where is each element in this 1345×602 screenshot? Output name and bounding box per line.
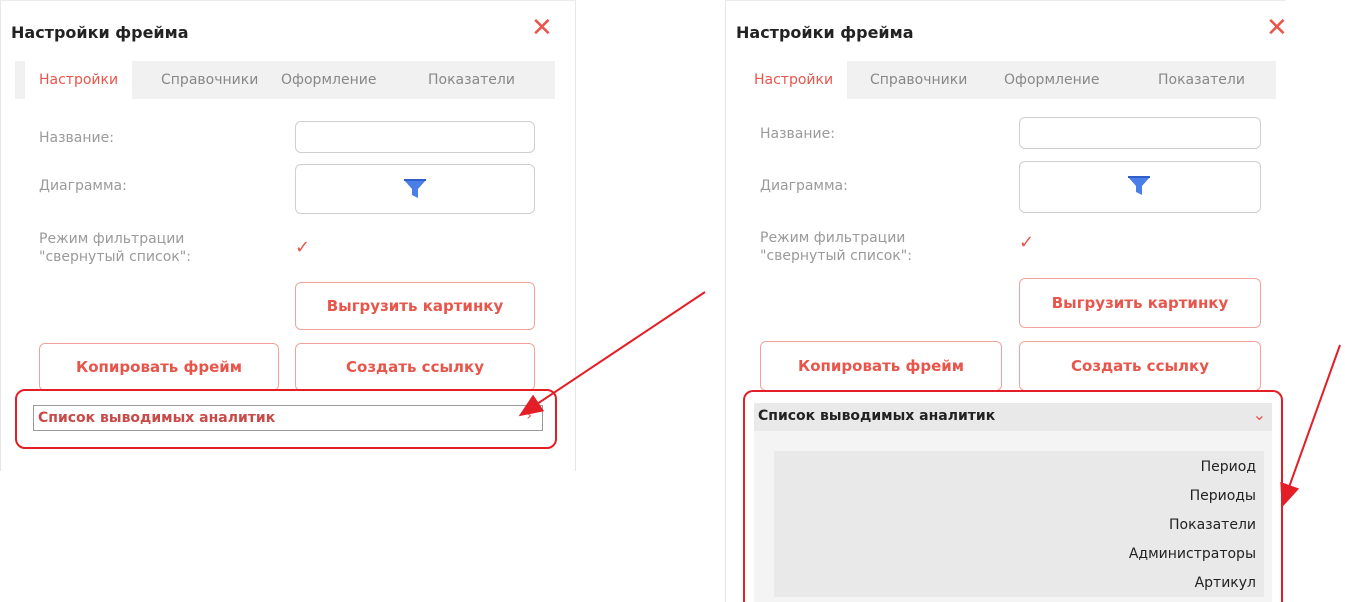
arrow-to-expanded-list: [1280, 344, 1341, 508]
arrow-to-collapsed-section: [518, 291, 706, 417]
annotation-arrows: [518, 291, 1341, 508]
